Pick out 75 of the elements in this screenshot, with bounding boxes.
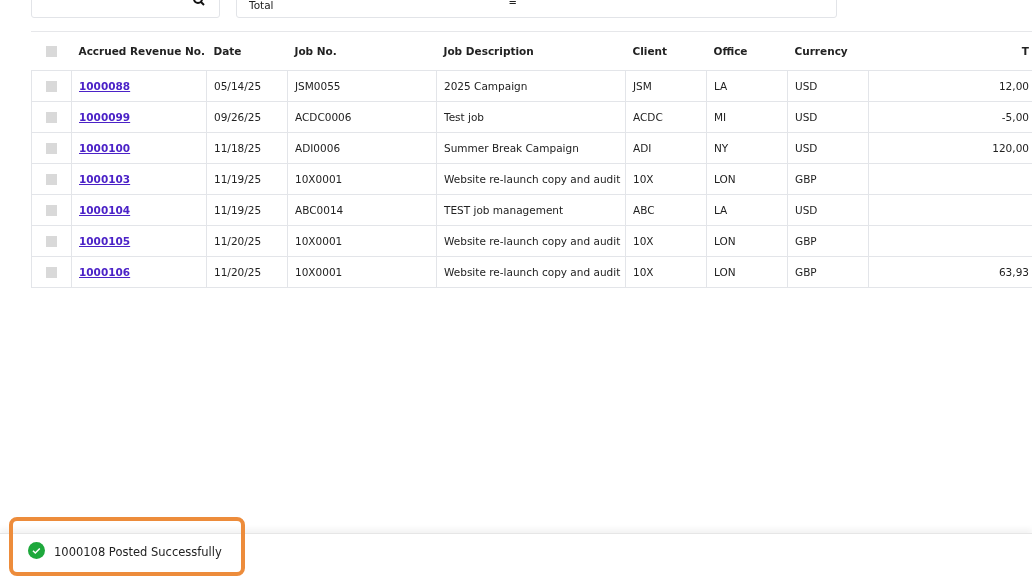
revenue-number-link[interactable]: 1000103 [79, 173, 131, 185]
total-filter-field[interactable]: Total = [236, 0, 837, 18]
select-all-checkbox[interactable] [46, 46, 57, 58]
column-header: Accrued Revenue No. [71, 32, 207, 71]
table-cell: -5,00 [1001, 111, 1029, 123]
table-cell: 10X [633, 173, 654, 185]
table-cell: LON [714, 173, 736, 185]
table-cell: ABC [633, 204, 655, 216]
revenue-number-link[interactable]: 1000104 [79, 204, 131, 216]
table-cell: Summer Break Campaign [444, 142, 579, 154]
table-cell: GBP [795, 266, 817, 278]
column-header: T [868, 32, 1032, 71]
table-cell: Website re-launch copy and audit [444, 266, 621, 278]
column-header: Job No. [287, 32, 437, 71]
table-cell: ADI [633, 142, 652, 154]
table-cell: 2025 Campaign [444, 80, 528, 92]
revenue-number-link[interactable]: 1000106 [79, 266, 131, 278]
table-cell: LON [714, 235, 736, 247]
table-cell: 11/20/25 [214, 266, 262, 278]
table-cell: 63,93 [998, 266, 1029, 278]
table-cell: JSM0055 [295, 80, 341, 92]
column-header: Office [706, 32, 788, 71]
revenue-number-link[interactable]: 1000100 [79, 142, 131, 154]
column-header: Date [206, 32, 288, 71]
table-cell: 10X [633, 235, 654, 247]
table-cell: NY [714, 142, 729, 154]
operator-text: = [508, 0, 517, 10]
table-cell: 11/19/25 [214, 204, 262, 216]
row-checkbox[interactable] [46, 236, 57, 248]
toast-message: 1000108 Posted Successfully [54, 545, 222, 559]
table-cell: 05/14/25 [214, 80, 262, 92]
table-cell: ACDC [633, 111, 663, 123]
table-cell: 09/26/25 [214, 111, 262, 123]
table-cell: USD [795, 111, 818, 123]
table-cell: 11/20/25 [214, 235, 262, 247]
table-cell: USD [795, 142, 818, 154]
table-cell: 120,00 [992, 142, 1029, 154]
total-label: Total [249, 0, 274, 13]
table-cell: ABC0014 [295, 204, 344, 216]
table-cell: ACDC0006 [295, 111, 352, 123]
row-checkbox[interactable] [46, 205, 57, 217]
table-cell: Test job [444, 111, 485, 123]
table-cell: 11/18/25 [214, 142, 262, 154]
row-checkbox[interactable] [46, 267, 57, 279]
table-cell: GBP [795, 173, 817, 185]
column-header: Job Description [436, 32, 626, 71]
revenue-number-link[interactable]: 1000099 [79, 111, 131, 123]
table-cell: JSM [633, 80, 652, 92]
revenue-number-link[interactable]: 1000088 [79, 80, 131, 92]
column-header: Client [625, 32, 707, 71]
search-icon [193, 0, 205, 6]
row-checkbox[interactable] [46, 81, 57, 93]
table-cell: 10X0001 [295, 235, 343, 247]
table-cell: Website re-launch copy and audit [444, 235, 621, 247]
row-checkbox[interactable] [46, 112, 57, 124]
table-cell: GBP [795, 235, 817, 247]
table-cell: 10X [633, 266, 654, 278]
table-cell: 11/19/25 [214, 173, 262, 185]
check-circle-icon [28, 542, 45, 559]
table-cell: 10X0001 [295, 266, 343, 278]
column-header: Currency [787, 32, 869, 71]
table-cell: LA [714, 80, 728, 92]
table-cell: LA [714, 204, 728, 216]
table-cell: Website re-launch copy and audit [444, 173, 621, 185]
revenue-number-link[interactable]: 1000105 [79, 235, 131, 247]
table-cell: ADI0006 [295, 142, 341, 154]
table-cell: TEST job management [444, 204, 564, 216]
table-cell: 10X0001 [295, 173, 343, 185]
table-cell: 12,00 [998, 80, 1029, 92]
table-cell: USD [795, 80, 818, 92]
table-cell: USD [795, 204, 818, 216]
row-checkbox[interactable] [46, 174, 57, 186]
table-cell: LON [714, 266, 736, 278]
table-cell: MI [714, 111, 727, 123]
row-checkbox[interactable] [46, 143, 57, 155]
